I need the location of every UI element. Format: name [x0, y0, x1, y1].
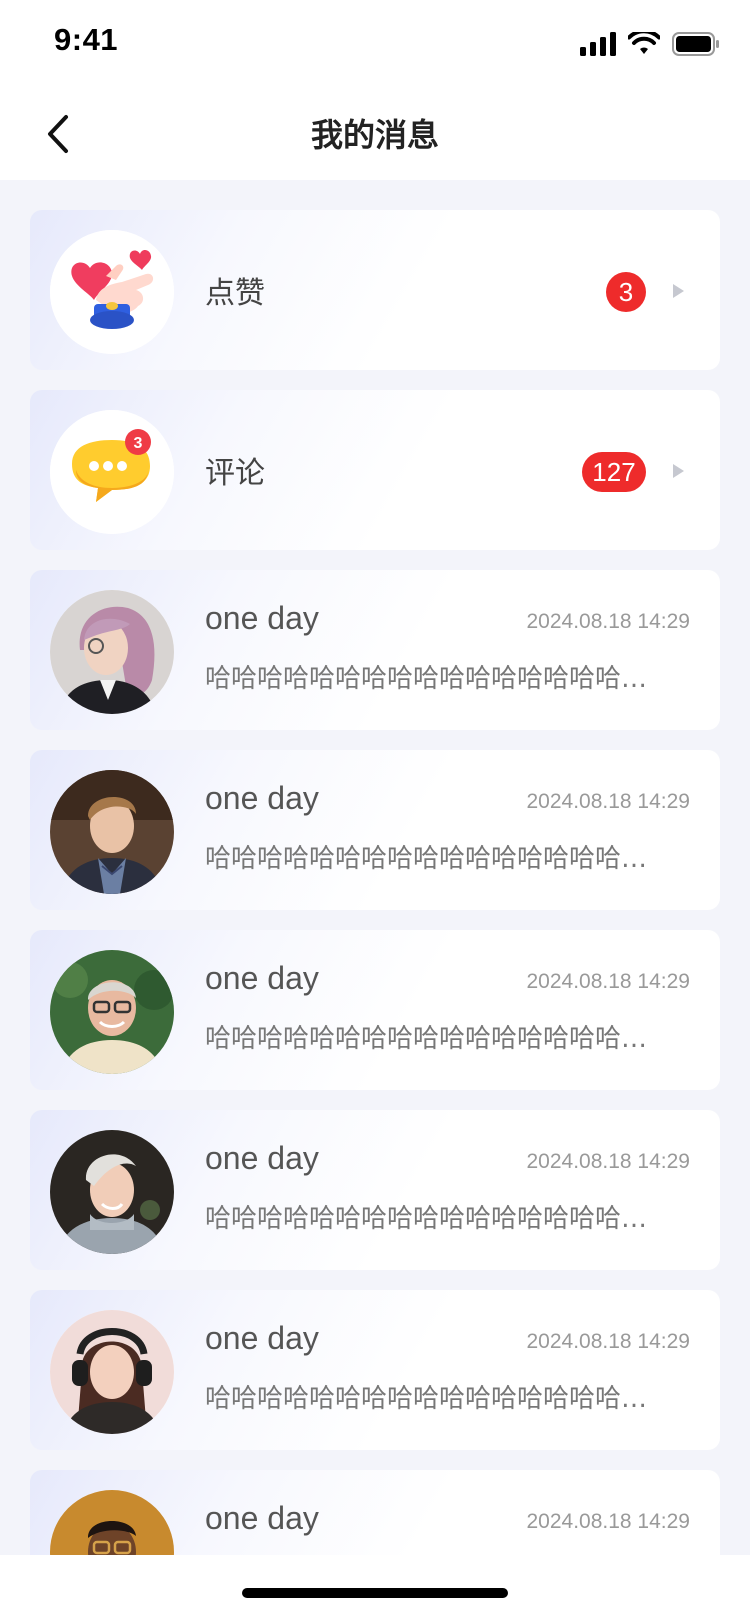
user-avatar-photo: [50, 770, 174, 894]
chat-bubble-icon: 3: [50, 410, 174, 534]
avatar: [50, 1310, 174, 1434]
nav-bar: 我的消息: [0, 88, 750, 180]
thumbs-up-heart-icon: [50, 230, 174, 354]
avatar: [50, 590, 174, 714]
sender-name: one day: [205, 1320, 319, 1356]
message-item[interactable]: one day 2024.08.18 14:29 哈哈哈哈哈哈哈哈哈哈哈哈哈哈哈…: [30, 1290, 720, 1450]
sender-name: one day: [205, 1500, 319, 1536]
comments-label: 评论: [205, 456, 265, 491]
sender-name: one day: [205, 960, 319, 996]
likes-card[interactable]: 点赞 3: [30, 210, 720, 370]
likes-unread-badge: 3: [606, 272, 646, 312]
likes-chevron-right-icon: [673, 284, 684, 298]
message-time: 2024.08.18 14:29: [526, 1150, 691, 1173]
comments-avatar: 3: [50, 410, 174, 534]
comments-chevron-right-icon: [673, 464, 684, 478]
message-preview: 哈哈哈哈哈哈哈哈哈哈哈哈哈哈哈哈哈哈哈哈哈: [205, 844, 665, 874]
message-item[interactable]: one day 2024.08.18 14:29 哈哈哈哈哈哈哈哈哈哈哈哈哈哈哈…: [30, 930, 720, 1090]
message-item[interactable]: one day 2024.08.18 14:29 哈哈哈哈哈哈哈哈哈哈哈哈哈哈哈…: [30, 750, 720, 910]
avatar: [50, 1490, 174, 1555]
chat-icon-badge: 3: [134, 435, 143, 452]
battery-icon: [672, 32, 719, 56]
message-time: 2024.08.18 14:29: [526, 1330, 691, 1353]
message-time: 2024.08.18 14:29: [526, 610, 691, 633]
user-avatar-photo: [50, 590, 174, 714]
page-title: 我的消息: [310, 116, 439, 154]
likes-label: 点赞: [205, 276, 265, 311]
message-preview: 哈哈哈哈哈哈哈哈哈哈哈哈哈哈哈哈哈哈哈哈哈: [205, 1384, 665, 1414]
sender-name: one day: [205, 1140, 319, 1176]
avatar: [50, 1130, 174, 1254]
status-icons: [580, 28, 720, 60]
message-time: 2024.08.18 14:29: [526, 1510, 691, 1533]
message-preview: 哈哈哈哈哈哈哈哈哈哈哈哈哈哈哈哈哈哈哈哈哈: [205, 1024, 665, 1054]
message-item[interactable]: one day 2024.08.18 14:29 哈哈哈哈哈哈哈哈哈哈哈哈哈哈哈…: [30, 570, 720, 730]
message-preview: 哈哈哈哈哈哈哈哈哈哈哈哈哈哈哈哈哈哈哈哈哈: [205, 1204, 665, 1234]
user-avatar-photo: [50, 1490, 174, 1555]
status-bar: 9:41: [0, 0, 750, 88]
cellular-signal-icon: [580, 32, 616, 56]
avatar: [50, 770, 174, 894]
wifi-icon: [628, 32, 660, 54]
message-item[interactable]: one day 2024.08.18 14:29 哈哈哈哈哈哈哈哈哈哈哈哈哈哈哈…: [30, 1110, 720, 1270]
message-preview: 哈哈哈哈哈哈哈哈哈哈哈哈哈哈哈哈哈哈哈哈哈: [205, 664, 665, 694]
message-time: 2024.08.18 14:29: [526, 970, 691, 993]
home-indicator[interactable]: [242, 1588, 508, 1598]
message-time: 2024.08.18 14:29: [526, 790, 691, 813]
likes-avatar: [50, 230, 174, 354]
sender-name: one day: [205, 600, 319, 636]
user-avatar-photo: [50, 1130, 174, 1254]
user-avatar-photo: [50, 950, 174, 1074]
status-time: 9:41: [54, 22, 119, 57]
comments-unread-badge: 127: [582, 452, 646, 492]
message-item[interactable]: one day 2024.08.18 14:29: [30, 1470, 720, 1555]
avatar: [50, 950, 174, 1074]
comments-card[interactable]: 3 评论 127: [30, 390, 720, 550]
user-avatar-photo: [50, 1310, 174, 1434]
sender-name: one day: [205, 780, 319, 816]
message-list[interactable]: 点赞 3 3 评论 127 one day 2024.08.18 14:29 哈…: [30, 210, 720, 1555]
